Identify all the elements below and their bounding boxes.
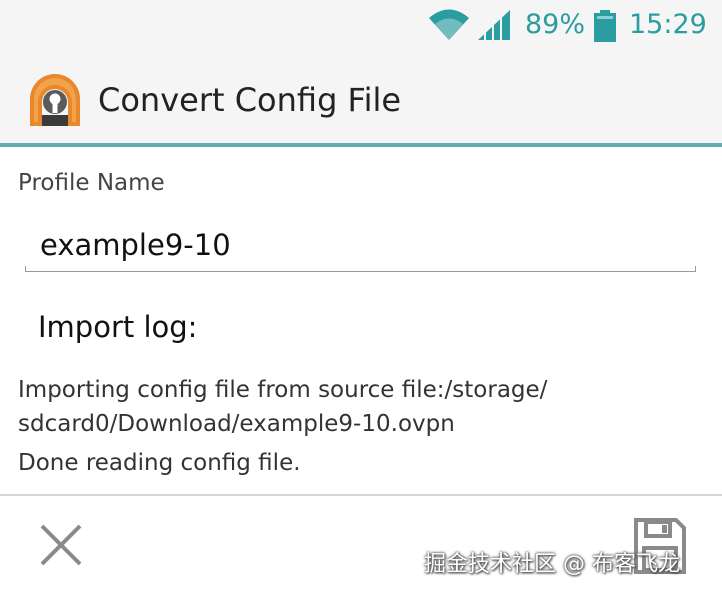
clock: 15:29 [629,9,707,40]
import-log-heading: Import log: [38,310,198,344]
battery-percentage: 89% [525,9,586,40]
action-bar-divider [0,143,722,147]
openvpn-icon [30,74,80,126]
close-icon [40,524,82,566]
log-line: Importing config file from source file:/… [18,377,548,403]
log-line: Done reading config file. [18,450,301,476]
action-bar: Convert Config File [0,50,722,146]
profile-name-label: Profile Name [18,170,165,196]
page-title: Convert Config File [98,81,402,119]
battery-icon [594,10,616,42]
profile-name-input[interactable] [26,220,696,270]
watermark: 掘金技术社区 @ 布客飞龙 [424,552,680,577]
log-line: sdcard0/Download/example9-10.ovpn [18,411,455,437]
wifi-icon [429,9,469,40]
bottom-bar-divider [0,494,722,496]
signal-icon [478,10,510,40]
cancel-button[interactable] [34,518,88,572]
profile-name-underline [25,266,696,272]
status-bar: 89% 15:29 [0,0,722,50]
